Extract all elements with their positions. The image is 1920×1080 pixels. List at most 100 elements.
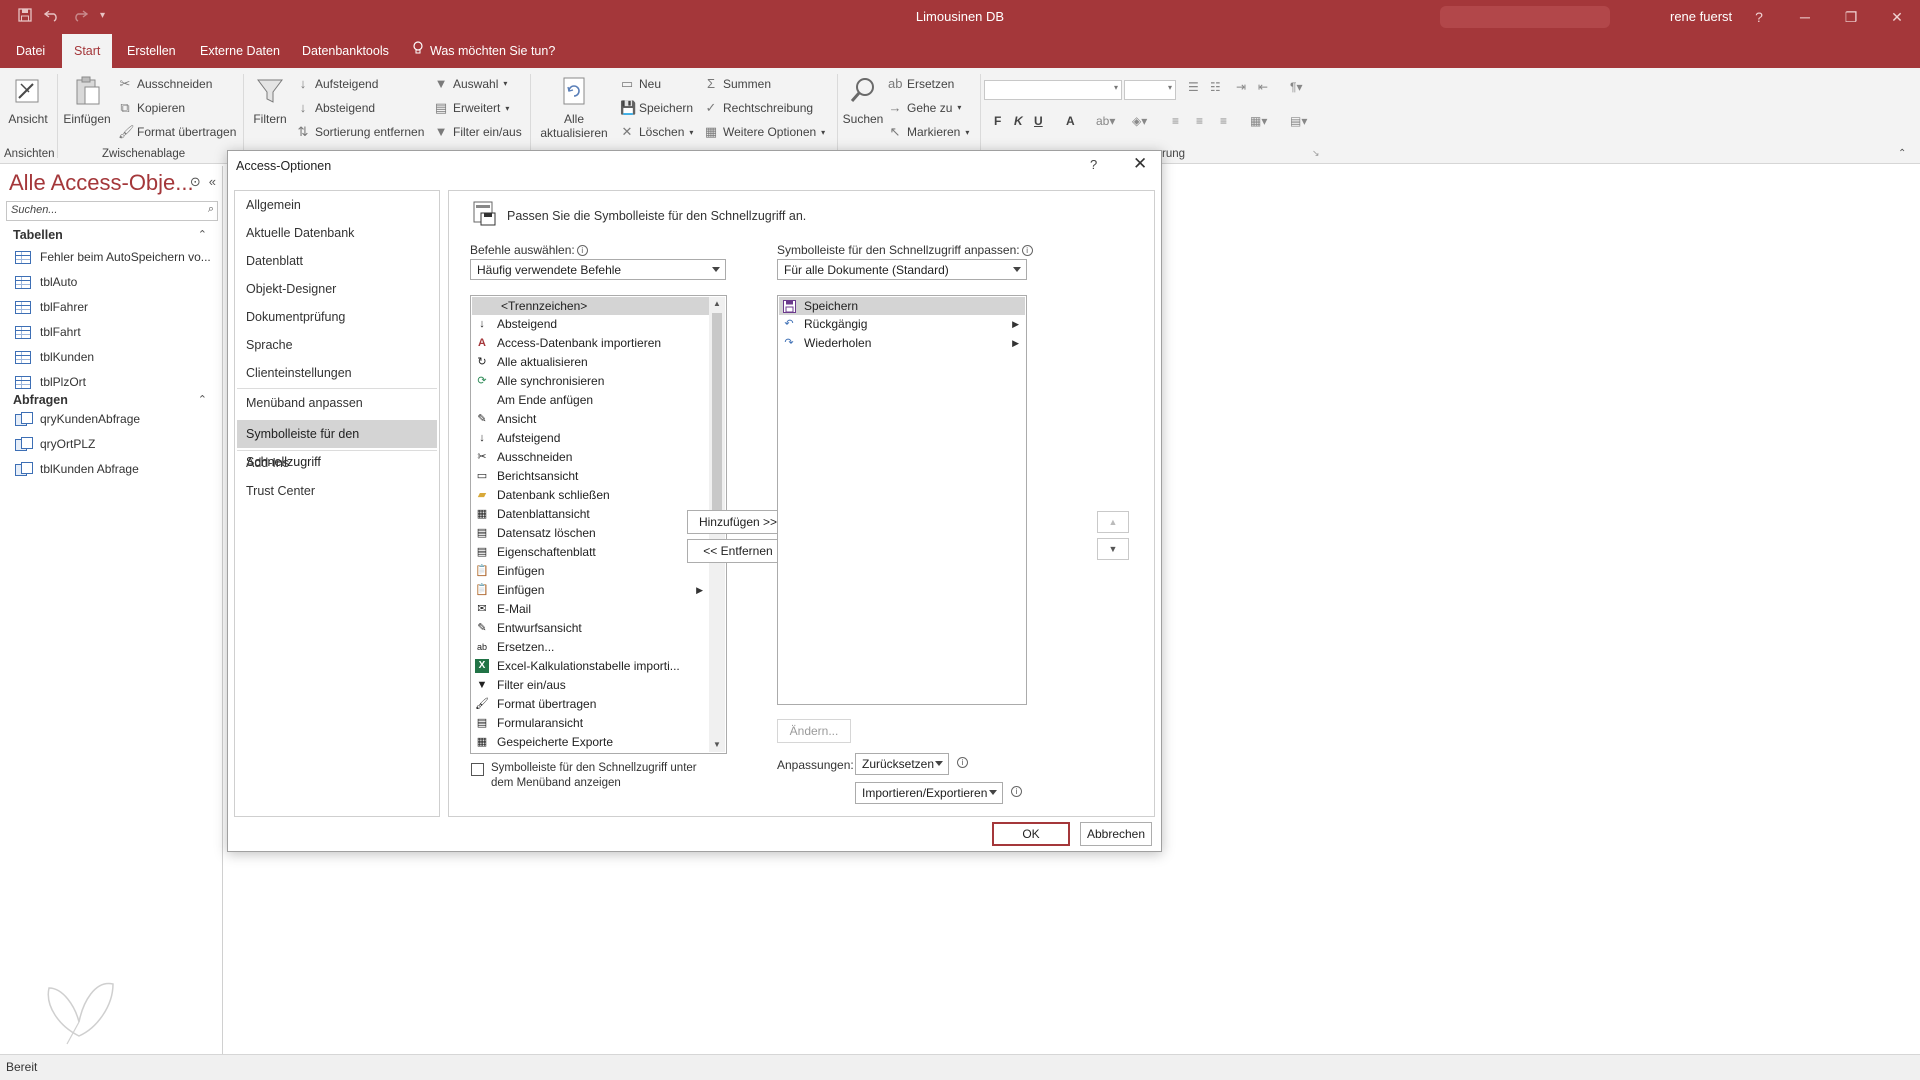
move-up-button[interactable]: ▲ (1097, 511, 1129, 533)
help-icon[interactable]: ? (1736, 0, 1782, 34)
align-center-icon[interactable]: ≡ (1196, 114, 1203, 128)
toggle-filter-button[interactable]: ▼ Filter ein/aus (434, 124, 522, 139)
list-item[interactable]: ▰ Datenbank schließen (472, 486, 709, 504)
close-icon[interactable]: ✕ (1133, 154, 1147, 174)
nav-item-table[interactable]: tblKunden (15, 350, 94, 364)
category-sprache[interactable]: Sprache (237, 333, 437, 357)
sort-ascending-button[interactable]: ↓ Aufsteigend (296, 76, 379, 91)
cancel-button[interactable]: Abbrechen (1080, 822, 1152, 846)
scroll-up-icon[interactable]: ▲ (709, 297, 725, 311)
fill-color-icon[interactable]: ◈▾ (1132, 114, 1147, 128)
tab-start[interactable]: Start (62, 34, 113, 68)
list-item[interactable]: ↷ Wiederholen ▶ (779, 334, 1025, 352)
show-below-ribbon-checkbox[interactable] (471, 763, 484, 776)
tell-me-box[interactable]: Was möchten Sie tun? (412, 34, 555, 68)
scroll-down-icon[interactable]: ▼ (709, 738, 725, 752)
list-item[interactable]: ↻ Alle aktualisieren (472, 353, 709, 371)
category-objekt-designer[interactable]: Objekt-Designer (237, 277, 437, 301)
category-dokumentpruefung[interactable]: Dokumentprüfung (237, 305, 437, 329)
align-right-icon[interactable]: ≡ (1220, 114, 1227, 128)
bold-button[interactable]: F (994, 114, 1001, 128)
category-aktuelle-datenbank[interactable]: Aktuelle Datenbank (237, 221, 437, 245)
list-item[interactable]: ✉ E-Mail (472, 600, 709, 618)
search-icon[interactable]: ⌕ (208, 203, 214, 216)
nav-menu-icon[interactable]: ⊙ (190, 174, 201, 190)
list-item[interactable]: ✎ Entwurfsansicht (472, 619, 709, 637)
underline-button[interactable]: U (1034, 114, 1043, 128)
add-button[interactable]: Hinzufügen >> (687, 510, 789, 534)
copy-button[interactable]: ⧉ Kopieren (118, 100, 185, 116)
category-clienteinstellungen[interactable]: Clienteinstellungen (237, 361, 437, 385)
align-left-icon[interactable]: ≡ (1172, 114, 1179, 128)
dialog-launcher-icon[interactable]: ↘ (1312, 148, 1320, 159)
info-icon[interactable]: i (1021, 245, 1033, 256)
new-record-button[interactable]: ▭ Neu (620, 76, 661, 92)
paragraph-direction-icon[interactable]: ¶▾ (1290, 80, 1302, 94)
find-button[interactable]: Suchen (842, 74, 884, 126)
spelling-button[interactable]: ✓ Rechtschreibung (704, 100, 814, 116)
list-item[interactable]: ▭ Berichtsansicht (472, 467, 709, 485)
advanced-button[interactable]: ▤ Erweitert ▾ (434, 100, 510, 116)
category-allgemein[interactable]: Allgemein (237, 193, 437, 217)
collapse-ribbon-icon[interactable]: ⌃ (1898, 148, 1906, 159)
reset-dropdown[interactable]: Zurücksetzen (855, 753, 949, 775)
font-color-button[interactable]: A (1066, 114, 1075, 128)
list-item[interactable]: ▦ Gespeicherte Exporte (472, 733, 709, 751)
delete-record-button[interactable]: ✕ Löschen ▾ (620, 124, 694, 140)
nav-item-table[interactable]: tblFahrt (15, 325, 81, 339)
category-trust-center[interactable]: Trust Center (237, 479, 437, 503)
tab-datenbanktools[interactable]: Datenbanktools (290, 34, 401, 68)
modify-button[interactable]: Ändern... (777, 719, 851, 743)
nav-item-table[interactable]: tblFahrer (15, 300, 88, 314)
font-name-combo[interactable]: ▾ (984, 80, 1122, 100)
nav-item-query[interactable]: qryOrtPLZ (15, 437, 95, 451)
list-item[interactable]: ✂ Ausschneiden (472, 448, 709, 466)
numbered-list-icon[interactable]: ☷ (1210, 80, 1221, 94)
category-menueband-anpassen[interactable]: Menüband anpassen (237, 391, 437, 415)
bullet-list-icon[interactable]: ☰ (1188, 80, 1199, 94)
restore-icon[interactable]: ❐ (1828, 0, 1874, 34)
tab-datei[interactable]: Datei (4, 34, 57, 68)
nav-item-query[interactable]: qryKundenAbfrage (15, 412, 140, 426)
ok-button[interactable]: OK (992, 822, 1070, 846)
list-item[interactable]: ↶ Rückgängig ▶ (779, 315, 1025, 333)
list-item[interactable]: 📋 Einfügen ▶ (472, 581, 709, 599)
outdent-icon[interactable]: ⇤ (1258, 80, 1268, 94)
list-item[interactable]: 🖌 Format übertragen (472, 695, 709, 713)
move-down-button[interactable]: ▼ (1097, 538, 1129, 560)
toolbar-items-list[interactable]: Speichern ↶ Rückgängig ▶ ↷ Wiederholen ▶ (777, 295, 1027, 705)
category-schnellzugriff[interactable]: Symbolleiste für den Schnellzugriff (237, 420, 437, 469)
select-button[interactable]: ↖ Markieren ▾ (888, 124, 970, 140)
view-button[interactable]: Ansicht (6, 74, 50, 126)
list-item[interactable]: ⟳ Alle synchronisieren (472, 372, 709, 390)
indent-icon[interactable]: ⇥ (1236, 80, 1246, 94)
list-item[interactable]: <Trennzeichen> (472, 297, 709, 315)
nav-item-table[interactable]: tblAuto (15, 275, 77, 289)
totals-button[interactable]: Σ Summen (704, 76, 771, 91)
import-export-dropdown[interactable]: Importieren/Exportieren (855, 782, 1003, 804)
list-item[interactable]: Speichern (779, 297, 1025, 315)
list-item[interactable]: ▼ Filter ein/aus (472, 676, 709, 694)
save-record-button[interactable]: 💾 Speichern (620, 100, 693, 116)
refresh-all-button[interactable]: Alle aktualisieren (536, 74, 612, 140)
nav-group-tabellen[interactable]: Tabellen ⌃ (13, 228, 213, 242)
nav-search-input[interactable]: Suchen... ⌕ (6, 201, 218, 221)
list-item[interactable]: ab Ersetzen... (472, 638, 709, 656)
list-item[interactable]: ▤ Eigenschaftenblatt (472, 543, 709, 561)
nav-item-table[interactable]: tblPlzOrt (15, 375, 86, 389)
remove-sort-button[interactable]: ⇅ Sortierung entfernen (296, 124, 425, 140)
paste-button[interactable]: Einfügen (62, 74, 112, 126)
nav-item-table[interactable]: Fehler beim AutoSpeichern vo... (15, 250, 211, 264)
goto-button[interactable]: → Gehe zu ▾ (888, 100, 962, 115)
toolbar-scope-select[interactable]: Für alle Dokumente (Standard) (777, 259, 1027, 280)
filter-button[interactable]: Filtern (248, 74, 292, 126)
list-item[interactable]: ▤ Datensatz löschen (472, 524, 709, 542)
close-icon[interactable]: ✕ (1874, 0, 1920, 34)
highlight-icon[interactable]: ab▾ (1096, 114, 1115, 128)
nav-item-query[interactable]: tblKunden Abfrage (15, 462, 139, 476)
minimize-icon[interactable]: ─ (1782, 0, 1828, 34)
cut-button[interactable]: ✂ Ausschneiden (118, 76, 213, 92)
list-item[interactable]: Am Ende anfügen (472, 391, 709, 409)
selection-button[interactable]: ▼ Auswahl ▾ (434, 76, 508, 91)
nav-collapse-icon[interactable]: « (209, 174, 216, 190)
